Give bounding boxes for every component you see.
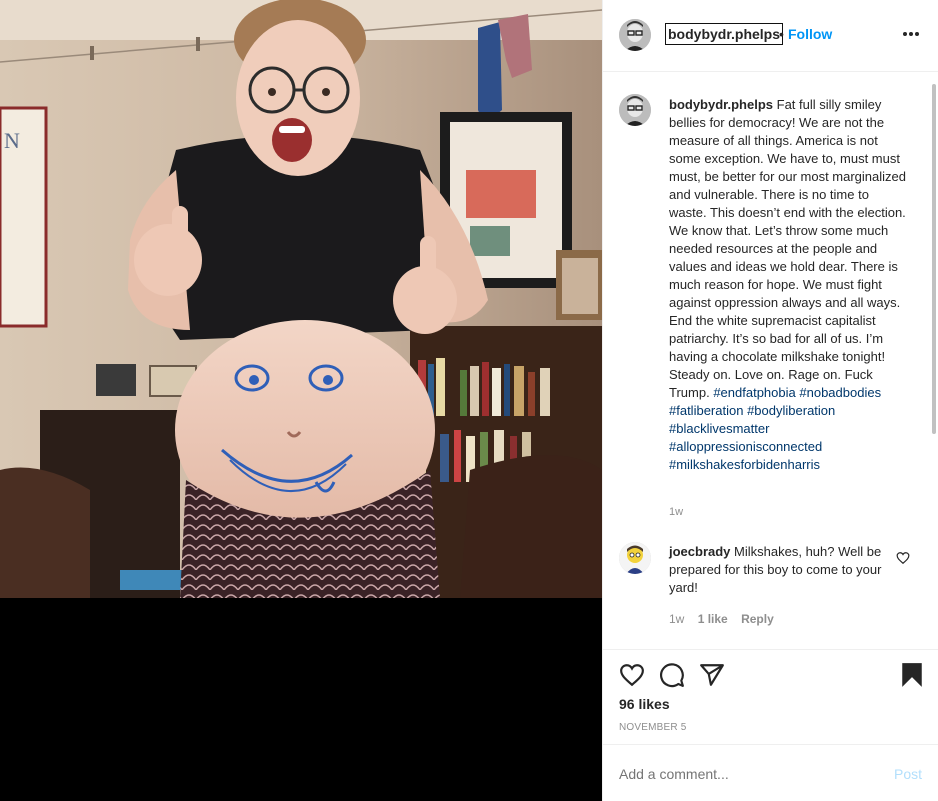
post-actions: 96 likes NOVEMBER 5 <box>603 650 938 745</box>
comment-icon[interactable] <box>659 662 685 688</box>
comment-meta: 1w 1 like Reply <box>669 612 784 626</box>
post-photo-illustration: N <box>0 0 602 598</box>
commenter-avatar[interactable] <box>619 542 651 574</box>
avatar-image <box>619 19 651 51</box>
header-separator: • <box>779 26 784 42</box>
more-options-icon[interactable] <box>903 32 919 38</box>
likes-count[interactable]: 96 likes <box>619 696 670 712</box>
caption-text: Fat full silly smiley bellies for democr… <box>669 97 906 400</box>
share-icon[interactable] <box>699 662 725 688</box>
comment-body: joecbrady Milkshakes, huh? Well be prepa… <box>669 543 887 597</box>
caption-username-link[interactable]: bodybydr.phelps <box>669 97 773 112</box>
hashtag-link[interactable]: #alloppressionisconnected <box>669 439 822 454</box>
comments-panel[interactable]: bodybydr.phelps Fat full silly smiley be… <box>603 72 938 650</box>
comment-like-heart-icon[interactable] <box>896 551 910 565</box>
reply-button[interactable]: Reply <box>741 612 774 626</box>
post-photo[interactable]: N <box>0 0 602 598</box>
follow-button[interactable]: Follow <box>788 26 832 42</box>
post-header: bodybydr.phelps • Follow <box>603 0 938 72</box>
post-date[interactable]: NOVEMBER 5 <box>619 722 687 733</box>
hashtag-link[interactable]: #endfatphobia <box>713 385 795 400</box>
caption-author-avatar[interactable] <box>619 94 651 126</box>
heart-icon[interactable] <box>619 662 645 688</box>
comment-timestamp[interactable]: 1w <box>669 612 684 626</box>
commenter-username-link[interactable]: joecbrady <box>669 544 730 559</box>
author-username-link[interactable]: bodybydr.phelps <box>665 23 784 45</box>
comments-scrollbar[interactable] <box>932 84 936 434</box>
add-comment-input[interactable] <box>619 766 879 782</box>
avatar-image <box>619 542 651 574</box>
post-comment-button[interactable]: Post <box>894 766 922 782</box>
post-sidebar: bodybydr.phelps • Follow bodybydr.phelps… <box>602 0 938 801</box>
post-caption: bodybydr.phelps Fat full silly smiley be… <box>669 96 907 474</box>
hashtag-link[interactable]: #nobadbodies <box>799 385 881 400</box>
hashtag-link[interactable]: #blacklivesmatter <box>669 421 769 436</box>
bookmark-icon[interactable] <box>899 662 925 688</box>
hashtag-link[interactable]: #fatliberation <box>669 403 743 418</box>
hashtag-link[interactable]: #milkshakesforbidenharris <box>669 457 820 472</box>
photo-letterbox <box>0 598 602 801</box>
avatar-image <box>619 94 651 126</box>
hashtag-link[interactable]: #bodyliberation <box>747 403 835 418</box>
svg-text:N: N <box>4 128 20 153</box>
comment-likes-link[interactable]: 1 like <box>698 612 728 626</box>
caption-timestamp[interactable]: 1w <box>669 506 683 518</box>
author-avatar[interactable] <box>619 19 651 51</box>
